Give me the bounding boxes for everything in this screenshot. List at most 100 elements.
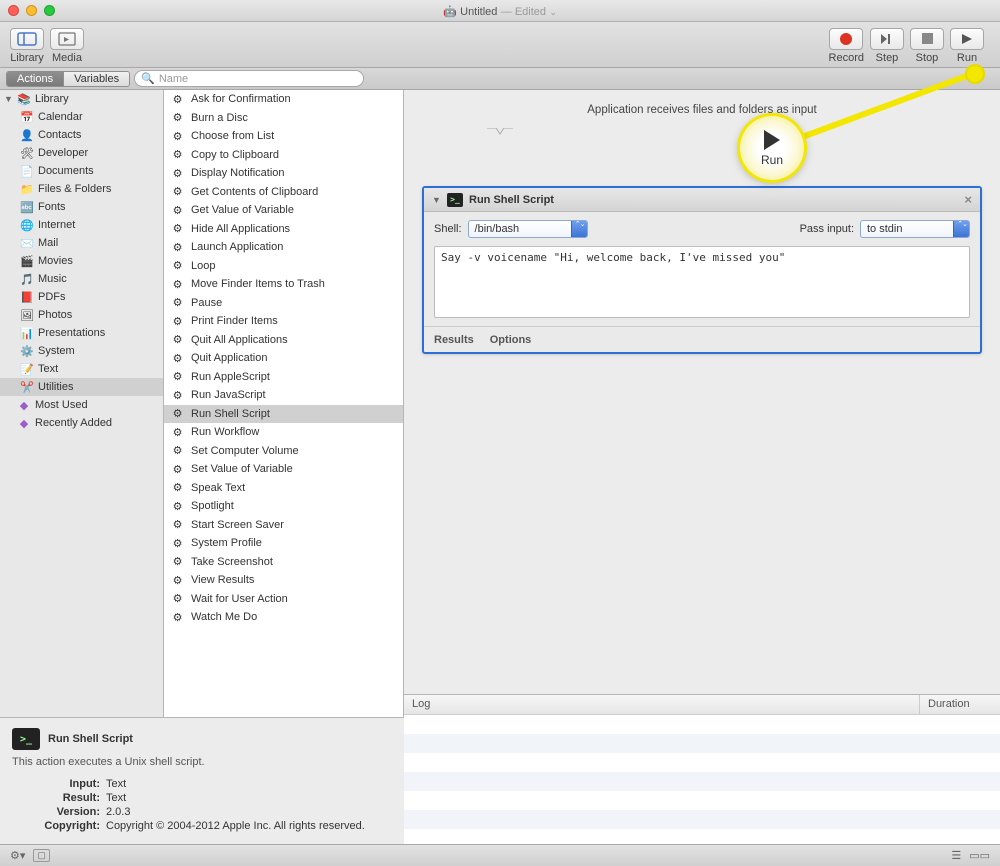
action-label: Run Shell Script [191,408,270,420]
action-block-header[interactable]: ▼ >_ Run Shell Script × [424,188,980,212]
info-row-copyright: Copyright:Copyright © 2004-2012 Apple In… [12,820,392,832]
tab-variables[interactable]: Variables [63,72,129,86]
action-item[interactable]: ⚙︎Set Value of Variable [164,460,403,479]
minimize-window-button[interactable] [26,5,37,16]
view-list-icon[interactable]: ☰ [951,849,961,862]
sidebar-item-calendar[interactable]: 📅Calendar [0,108,163,126]
library-sidebar[interactable]: ▼ 📚 Library 📅Calendar👤Contacts🛠Developer… [0,90,164,717]
action-block-run-shell[interactable]: ▼ >_ Run Shell Script × Shell: /bin/bash… [422,186,982,354]
action-item[interactable]: ⚙︎Watch Me Do [164,608,403,627]
options-tab[interactable]: Options [490,334,532,346]
log-col-log[interactable]: Log [404,695,920,714]
action-item[interactable]: ⚙︎Display Notification [164,164,403,183]
action-icon: ⚙︎ [170,536,185,551]
toggle-log-icon[interactable]: ▢ [33,849,50,862]
action-item[interactable]: ⚙︎Run Workflow [164,423,403,442]
mode-segment[interactable]: Actions Variables [6,71,130,87]
sidebar-item-pdfs[interactable]: 📕PDFs [0,288,163,306]
sidebar-item-documents[interactable]: 📄Documents [0,162,163,180]
action-item[interactable]: ⚙︎Run JavaScript [164,386,403,405]
results-tab[interactable]: Results [434,334,474,346]
category-icon: 👤 [20,128,34,142]
action-item[interactable]: ⚙︎View Results [164,571,403,590]
record-button[interactable]: Record [829,28,864,64]
search-input[interactable]: 🔍 Name [134,70,364,87]
action-icon: ⚙︎ [170,443,185,458]
library-toggle-button[interactable]: Library [10,28,44,64]
action-icon: ⚙︎ [170,258,185,273]
sidebar-item-contacts[interactable]: 👤Contacts [0,126,163,144]
action-icon: ⚙︎ [170,129,185,144]
sidebar-item-files-folders[interactable]: 📁Files & Folders [0,180,163,198]
action-item[interactable]: ⚙︎Burn a Disc [164,109,403,128]
log-pane: Log Duration [404,694,1000,844]
actions-list[interactable]: ⚙︎Ask for Confirmation⚙︎Burn a Disc⚙︎Cho… [164,90,404,717]
action-item[interactable]: ⚙︎Choose from List [164,127,403,146]
log-col-duration[interactable]: Duration [920,695,1000,714]
library-root[interactable]: ▼ 📚 Library [0,90,163,108]
library-folder-icon: 📚 [17,92,31,106]
stop-button[interactable]: Stop [910,28,944,64]
action-item[interactable]: ⚙︎Launch Application [164,238,403,257]
action-item[interactable]: ⚙︎Speak Text [164,479,403,498]
sidebar-item-mail[interactable]: ✉️Mail [0,234,163,252]
pass-input-select[interactable]: to stdin [860,220,970,238]
view-flow-icon[interactable]: ▭▭ [969,849,990,862]
log-body[interactable] [404,715,1000,844]
media-button[interactable]: Media [50,28,84,64]
sidebar-item-photos[interactable]: 🖼Photos [0,306,163,324]
action-icon: ⚙︎ [170,166,185,181]
action-item[interactable]: ⚙︎Wait for User Action [164,590,403,609]
workflow-canvas[interactable]: Application receives files and folders a… [404,90,1000,844]
tab-actions[interactable]: Actions [7,72,63,86]
script-textarea[interactable]: Say -v voicename "Hi, welcome back, I've… [434,246,970,318]
disclosure-triangle-icon[interactable]: ▼ [4,94,13,104]
title-status: — Edited [501,6,546,18]
main-area: ▼ 📚 Library 📅Calendar👤Contacts🛠Developer… [0,90,1000,844]
action-item[interactable]: ⚙︎Hide All Applications [164,220,403,239]
zoom-window-button[interactable] [44,5,55,16]
action-item[interactable]: ⚙︎Pause [164,294,403,313]
action-item[interactable]: ⚙︎Set Computer Volume [164,442,403,461]
action-item[interactable]: ⚙︎Take Screenshot [164,553,403,572]
sidebar-item-label: Most Used [35,399,88,411]
shell-select[interactable]: /bin/bash [468,220,588,238]
sidebar-item-recently-added[interactable]: ◆Recently Added [0,414,163,432]
sidebar-item-most-used[interactable]: ◆Most Used [0,396,163,414]
run-button[interactable]: Run [950,28,984,64]
action-item[interactable]: ⚙︎Quit All Applications [164,331,403,350]
action-item[interactable]: ⚙︎Loop [164,257,403,276]
sidebar-item-text[interactable]: 📝Text [0,360,163,378]
step-button[interactable]: Step [870,28,904,64]
sidebar-item-developer[interactable]: 🛠Developer [0,144,163,162]
close-window-button[interactable] [8,5,19,16]
action-item[interactable]: ⚙︎Run Shell Script [164,405,403,424]
action-label: Pause [191,297,222,309]
action-item[interactable]: ⚙︎System Profile [164,534,403,553]
action-label: Wait for User Action [191,593,288,605]
action-item[interactable]: ⚙︎Print Finder Items [164,312,403,331]
record-label: Record [829,52,864,64]
action-item[interactable]: ⚙︎Ask for Confirmation [164,90,403,109]
disclosure-triangle-icon[interactable]: ▼ [432,195,441,205]
action-item[interactable]: ⚙︎Copy to Clipboard [164,146,403,165]
action-item[interactable]: ⚙︎Move Finder Items to Trash [164,275,403,294]
action-item[interactable]: ⚙︎Run AppleScript [164,368,403,387]
sidebar-item-fonts[interactable]: 🔤Fonts [0,198,163,216]
gear-icon[interactable]: ⚙︎▾ [10,849,25,862]
action-item[interactable]: ⚙︎Spotlight [164,497,403,516]
sidebar-item-music[interactable]: 🎵Music [0,270,163,288]
sidebar-item-utilities[interactable]: ✂️Utilities [0,378,163,396]
action-label: Run Workflow [191,426,259,438]
action-item[interactable]: ⚙︎Get Contents of Clipboard [164,183,403,202]
chevron-down-icon[interactable]: ⌄ [549,7,557,17]
search-placeholder: Name [159,73,188,85]
close-icon[interactable]: × [964,192,972,207]
sidebar-item-internet[interactable]: 🌐Internet [0,216,163,234]
sidebar-item-movies[interactable]: 🎬Movies [0,252,163,270]
sidebar-item-presentations[interactable]: 📊Presentations [0,324,163,342]
action-item[interactable]: ⚙︎Quit Application [164,349,403,368]
action-item[interactable]: ⚙︎Get Value of Variable [164,201,403,220]
sidebar-item-system[interactable]: ⚙️System [0,342,163,360]
action-item[interactable]: ⚙︎Start Screen Saver [164,516,403,535]
